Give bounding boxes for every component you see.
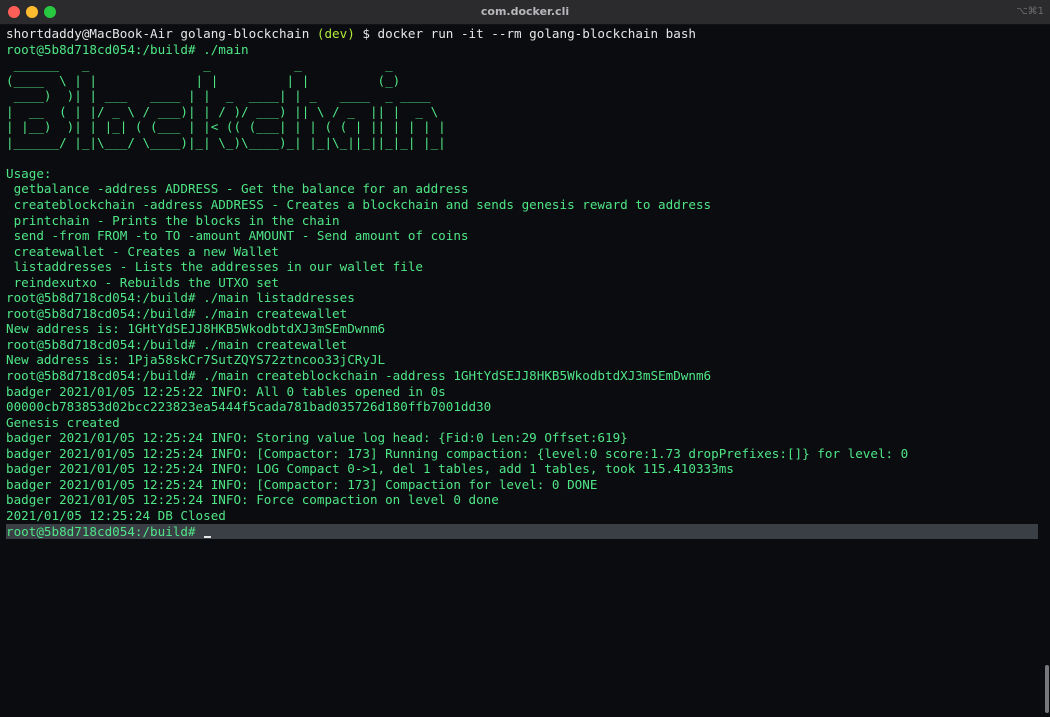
window-title: com.docker.cli xyxy=(480,5,570,18)
terminal-line: New address is: 1GHtYdSEJJ8HKB5WkodbtdXJ… xyxy=(6,321,386,337)
terminal-window: com.docker.cli ⌥⌘1 shortdaddy@MacBook-Ai… xyxy=(0,0,1050,717)
terminal-line: badger 2021/01/05 12:25:22 INFO: All 0 t… xyxy=(6,383,446,399)
current-prompt: root@5b8d718cd054:/build# xyxy=(6,523,204,539)
terminal-line: Genesis created xyxy=(6,414,120,430)
terminal-line: root@5b8d718cd054:/build# ./main xyxy=(6,41,249,57)
ascii-art-line: | |__) )| | |_| ( (___ | |< (( (___| | |… xyxy=(6,119,446,135)
ascii-art-line: ______ _ _ _ _ xyxy=(6,57,393,73)
host-prompt-user: shortdaddy@MacBook-Air golang-blockchain xyxy=(6,26,317,41)
usage-line: createblockchain -address ADDRESS - Crea… xyxy=(6,197,712,213)
host-prompt-line: shortdaddy@MacBook-Air golang-blockchain… xyxy=(6,26,1038,42)
host-prompt-command: $ docker run -it --rm golang-blockchain … xyxy=(354,26,696,41)
terminal-line: root@5b8d718cd054:/build# ./main createb… xyxy=(6,368,712,384)
terminal-line: badger 2021/01/05 12:25:24 INFO: [Compac… xyxy=(6,445,909,461)
terminal-line: 2021/01/05 12:25:24 DB Closed xyxy=(6,507,226,523)
terminal-line: badger 2021/01/05 12:25:24 INFO: Force c… xyxy=(6,492,499,508)
window-shortcut-label: ⌥⌘1 xyxy=(1016,6,1044,17)
usage-line: createwallet - Creates a new Wallet xyxy=(6,243,279,259)
ascii-art-line: ____) )| | ___ ____ | | _ ____| | _ ____… xyxy=(6,88,431,104)
terminal-line: New address is: 1Pja58skCr7SutZQYS72ztnc… xyxy=(6,352,386,368)
ascii-art-line: |______/ |_|\___/ \____)|_| \_)\____)_| … xyxy=(6,134,446,150)
terminal-line: badger 2021/01/05 12:25:24 INFO: Storing… xyxy=(6,430,628,446)
terminal-output[interactable]: shortdaddy@MacBook-Air golang-blockchain… xyxy=(6,26,1038,710)
usage-line: listaddresses - Lists the addresses in o… xyxy=(6,259,424,275)
scrollbar-thumb[interactable] xyxy=(1045,665,1049,713)
terminal-line: root@5b8d718cd054:/build# ./main listadd… xyxy=(6,290,355,306)
terminal-line: root@5b8d718cd054:/build# ./main createw… xyxy=(6,336,348,352)
usage-line: reindexutxo - Rebuilds the UTXO set xyxy=(6,274,279,290)
terminal-line: badger 2021/01/05 12:25:24 INFO: [Compac… xyxy=(6,476,598,492)
title-bar: com.docker.cli ⌥⌘1 xyxy=(0,0,1050,25)
blockchain-ascii-banner: ______ _ _ _ _ (____ \ | | | | | | (_) _… xyxy=(6,57,1038,150)
current-prompt-line[interactable]: root@5b8d718cd054:/build# xyxy=(6,523,1038,540)
terminal-line: root@5b8d718cd054:/build# ./main createw… xyxy=(6,305,348,321)
terminal-line: 00000cb783853d02bcc223823ea5444f5cada781… xyxy=(6,399,492,415)
usage-header: Usage: xyxy=(6,165,52,181)
terminal-line: badger 2021/01/05 12:25:24 INFO: LOG Com… xyxy=(6,461,734,477)
ascii-art-line: | __ ( | |/ _ \ / ___)| | / )/ ___) || \… xyxy=(6,103,439,119)
usage-line: send -from FROM -to TO -amount AMOUNT - … xyxy=(6,228,469,244)
usage-line: printchain - Prints the blocks in the ch… xyxy=(6,212,340,228)
ascii-art-line: (____ \ | | | | | | (_) xyxy=(6,72,401,88)
text-cursor xyxy=(204,535,212,538)
usage-line: getbalance -address ADDRESS - Get the ba… xyxy=(6,181,469,197)
git-branch-label: (dev) xyxy=(316,26,355,41)
